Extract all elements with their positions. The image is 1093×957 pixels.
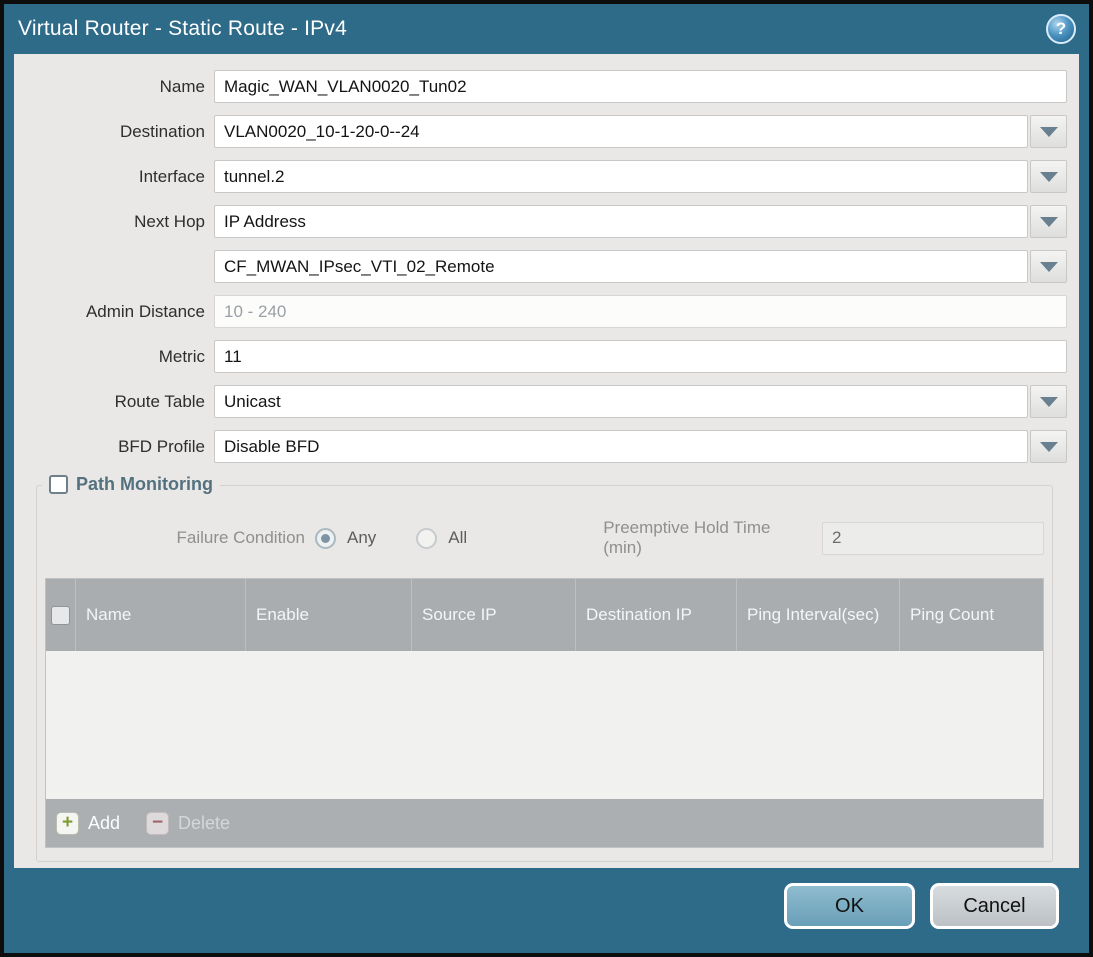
path-monitoring-group: Path Monitoring Failure Condition Any Al… <box>36 485 1053 862</box>
failure-condition-all-option[interactable]: All <box>416 528 467 549</box>
interface-input[interactable] <box>214 160 1028 193</box>
select-all-cell <box>46 579 76 651</box>
failure-condition-all-label: All <box>448 528 467 548</box>
dialog-body: Name Destination Interface <box>14 54 1079 868</box>
path-monitoring-checkbox[interactable] <box>49 475 68 494</box>
next-hop-address-row <box>18 250 1067 283</box>
destination-label: Destination <box>18 122 214 142</box>
plus-icon: + <box>56 812 79 835</box>
chevron-down-icon <box>1040 397 1058 407</box>
add-button[interactable]: + Add <box>56 812 120 835</box>
route-table-label: Route Table <box>18 392 214 412</box>
failure-condition-any-label: Any <box>347 528 376 548</box>
bfd-profile-dropdown-button[interactable] <box>1030 430 1067 463</box>
admin-distance-row: Admin Distance <box>18 295 1067 328</box>
destination-dropdown-button[interactable] <box>1030 115 1067 148</box>
next-hop-type-input[interactable] <box>214 205 1028 238</box>
bfd-profile-input[interactable] <box>214 430 1028 463</box>
column-header-enable[interactable]: Enable <box>246 579 412 651</box>
chevron-down-icon <box>1040 172 1058 182</box>
admin-distance-input[interactable] <box>214 295 1067 328</box>
dialog-titlebar: Virtual Router - Static Route - IPv4 <box>4 4 1089 54</box>
delete-button[interactable]: − Delete <box>146 812 230 835</box>
table-footer: + Add − Delete <box>46 799 1043 847</box>
table-header: Name Enable Source IP Destination IP Pin… <box>46 579 1043 651</box>
path-monitoring-table: Name Enable Source IP Destination IP Pin… <box>45 578 1044 848</box>
next-hop-address-input[interactable] <box>214 250 1028 283</box>
bfd-profile-label: BFD Profile <box>18 437 214 457</box>
preemptive-hold-time-input[interactable] <box>822 522 1044 555</box>
ok-button[interactable]: OK <box>784 883 915 929</box>
path-monitoring-title: Path Monitoring <box>76 474 213 495</box>
name-input[interactable] <box>214 70 1067 103</box>
cancel-button[interactable]: Cancel <box>930 883 1059 929</box>
name-row: Name <box>18 70 1067 103</box>
next-hop-type-dropdown-button[interactable] <box>1030 205 1067 238</box>
failure-condition-any-option[interactable]: Any <box>315 528 376 549</box>
admin-distance-label: Admin Distance <box>18 302 214 322</box>
column-header-destination-ip[interactable]: Destination IP <box>576 579 737 651</box>
interface-label: Interface <box>18 167 214 187</box>
name-label: Name <box>18 77 214 97</box>
chevron-down-icon <box>1040 217 1058 227</box>
route-table-row: Route Table <box>18 385 1067 418</box>
help-icon[interactable]: ? <box>1046 14 1076 44</box>
metric-input[interactable] <box>214 340 1067 373</box>
chevron-down-icon <box>1040 442 1058 452</box>
destination-row: Destination <box>18 115 1067 148</box>
table-body-empty <box>46 651 1043 799</box>
next-hop-row: Next Hop <box>18 205 1067 238</box>
interface-dropdown-button[interactable] <box>1030 160 1067 193</box>
select-all-checkbox[interactable] <box>51 606 70 625</box>
add-button-label: Add <box>88 813 120 834</box>
metric-row: Metric <box>18 340 1067 373</box>
bfd-profile-row: BFD Profile <box>18 430 1067 463</box>
metric-label: Metric <box>18 347 214 367</box>
radio-selected-icon <box>315 528 336 549</box>
radio-unselected-icon <box>416 528 437 549</box>
preemptive-hold-time-label: Preemptive Hold Time (min) <box>603 518 822 558</box>
chevron-down-icon <box>1040 127 1058 137</box>
destination-input[interactable] <box>214 115 1028 148</box>
column-header-ping-interval[interactable]: Ping Interval(sec) <box>737 579 900 651</box>
dialog-title: Virtual Router - Static Route - IPv4 <box>4 17 347 41</box>
next-hop-address-dropdown-button[interactable] <box>1030 250 1067 283</box>
column-header-name[interactable]: Name <box>76 579 246 651</box>
failure-condition-label: Failure Condition <box>45 528 315 548</box>
route-table-input[interactable] <box>214 385 1028 418</box>
minus-icon: − <box>146 812 169 835</box>
column-header-source-ip[interactable]: Source IP <box>412 579 576 651</box>
delete-button-label: Delete <box>178 813 230 834</box>
failure-condition-row: Failure Condition Any All Preemptive Hol… <box>45 518 1044 558</box>
route-table-dropdown-button[interactable] <box>1030 385 1067 418</box>
chevron-down-icon <box>1040 262 1058 272</box>
path-monitoring-legend: Path Monitoring <box>42 474 220 495</box>
dialog-action-bar: OK Cancel <box>784 883 1059 929</box>
column-header-ping-count[interactable]: Ping Count <box>900 579 1043 651</box>
static-route-dialog: Virtual Router - Static Route - IPv4 ? N… <box>0 0 1093 957</box>
next-hop-label: Next Hop <box>18 212 214 232</box>
interface-row: Interface <box>18 160 1067 193</box>
